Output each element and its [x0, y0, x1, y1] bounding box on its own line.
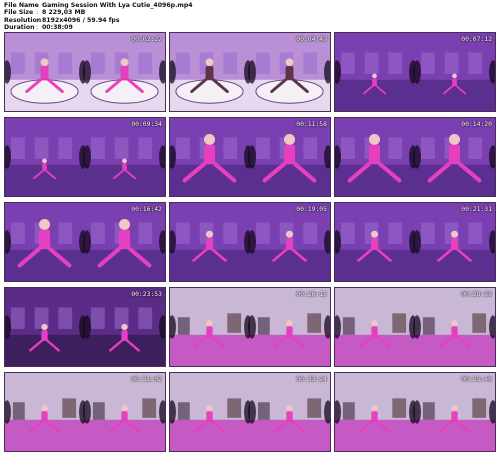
thumbnail-timestamp: 00:31:02 — [131, 375, 162, 383]
file-size-value: 8 229,03 MB — [42, 9, 86, 17]
video-thumbnail: 00:19:05 — [169, 202, 331, 282]
file-info: File Name : Gaming Session With Lya Cuti… — [4, 2, 193, 32]
video-thumbnail: 00:09:34 — [4, 117, 166, 197]
video-thumbnail: 00:16:42 — [4, 202, 166, 282]
thumbnail-image — [5, 33, 165, 111]
video-thumbnail: 00:02:27 — [4, 32, 166, 112]
thumbnail-timestamp: 00:26:15 — [296, 290, 327, 298]
thumbnail-image — [335, 203, 495, 281]
thumbnail-timestamp: 00:16:42 — [131, 205, 162, 213]
video-thumbnail: 00:31:02 — [4, 372, 166, 452]
thumbnail-timestamp: 00:04:49 — [296, 35, 327, 43]
thumbnail-timestamp: 00:02:27 — [131, 35, 162, 43]
video-thumbnail: 00:23:53 — [4, 287, 166, 367]
duration-label: Duration — [4, 24, 35, 32]
resolution-label: Resolution — [4, 16, 42, 24]
thumbnail-image — [335, 118, 495, 196]
thumbnail-timestamp: 00:19:05 — [296, 205, 327, 213]
thumbnail-image — [170, 118, 330, 196]
file-name-row: File Name : Gaming Session With Lya Cuti… — [4, 2, 193, 9]
thumbnail-image — [335, 373, 495, 451]
video-thumbnail: 00:28:38 — [334, 287, 496, 367]
thumbnail-image — [335, 33, 495, 111]
thumbnail-image — [5, 373, 165, 451]
video-thumbnail: 00:14:20 — [334, 117, 496, 197]
file-size-row: File Size : 8 229,03 MB — [4, 9, 193, 16]
video-thumbnail: 00:26:15 — [169, 287, 331, 367]
resolution-row: Resolution : 8192x4096 / 59.94 fps — [4, 17, 193, 24]
thumbnail-timestamp: 00:33:24 — [296, 375, 327, 383]
thumbnail-image — [170, 373, 330, 451]
video-thumbnail: 00:04:49 — [169, 32, 331, 112]
file-name-label: File Name — [4, 2, 39, 9]
video-thumbnail: 00:21:31 — [334, 202, 496, 282]
video-thumbnail: 00:33:24 — [169, 372, 331, 452]
resolution-value: 8192x4096 / 59.94 fps — [42, 16, 120, 24]
video-thumbnail: 00:11:58 — [169, 117, 331, 197]
file-name-value: Gaming Session With Lya Cutie_4096p.mp4 — [42, 2, 193, 9]
thumbnail-image — [170, 33, 330, 111]
thumbnail-image — [5, 288, 165, 366]
thumbnail-timestamp: 00:28:38 — [461, 290, 492, 298]
file-size-label: File Size — [4, 9, 34, 17]
thumbnail-timestamp: 00:35:46 — [461, 375, 492, 383]
thumbnail-image — [5, 118, 165, 196]
thumbnail-timestamp: 00:09:34 — [131, 120, 162, 128]
thumbnail-image — [170, 203, 330, 281]
thumbnail-timestamp: 00:21:31 — [461, 205, 492, 213]
thumbnail-image — [5, 203, 165, 281]
thumbnail-image — [335, 288, 495, 366]
video-thumbnail: 00:35:46 — [334, 372, 496, 452]
duration-row: Duration : 00:38:09 — [4, 24, 193, 31]
thumbnail-grid: 00:02:27 00:04:49 00:07:12 00:09:34 00:11:58… — [4, 32, 496, 452]
thumbnail-timestamp: 00:23:53 — [131, 290, 162, 298]
thumbnail-image — [170, 288, 330, 366]
video-thumbnail: 00:07:12 — [334, 32, 496, 112]
thumbnail-timestamp: 00:14:20 — [461, 120, 492, 128]
thumbnail-timestamp: 00:07:12 — [461, 35, 492, 43]
duration-value: 00:38:09 — [42, 24, 73, 32]
thumbnail-timestamp: 00:11:58 — [296, 120, 327, 128]
